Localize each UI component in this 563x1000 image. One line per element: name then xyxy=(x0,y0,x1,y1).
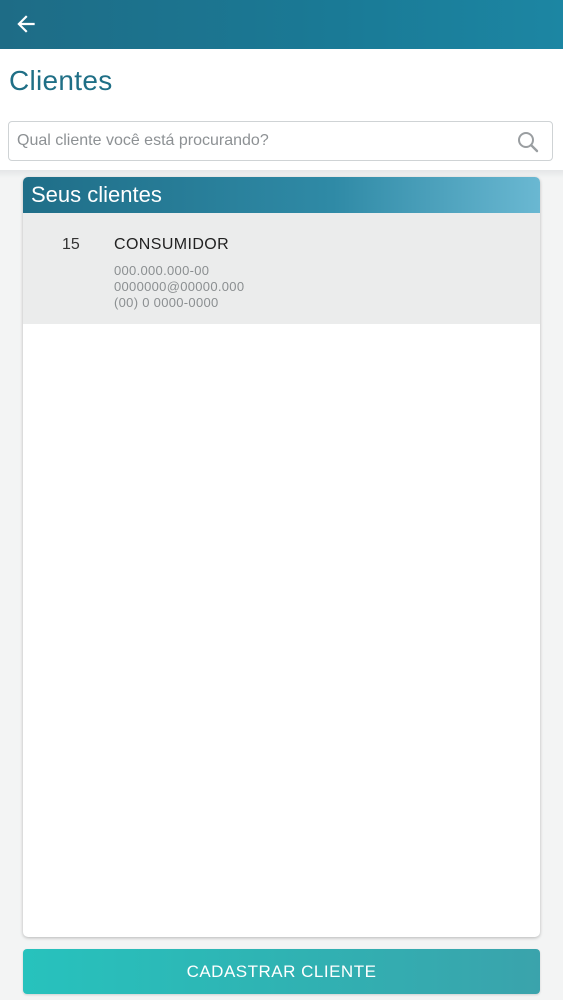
clients-section-title: Seus clientes xyxy=(31,182,162,207)
clients-card: Seus clientes 15 CONSUMIDOR 000.000.000-… xyxy=(23,177,540,937)
back-button[interactable] xyxy=(10,8,42,40)
client-name: CONSUMIDOR xyxy=(114,236,230,253)
client-document: 000.000.000-00 xyxy=(114,263,210,278)
client-phone: (00) 0 0000-0000 xyxy=(114,295,219,310)
client-email: 0000000@00000.000 xyxy=(114,279,245,294)
search-icon[interactable] xyxy=(516,130,540,154)
search-input[interactable] xyxy=(17,122,507,159)
register-client-button[interactable]: CADASTRAR CLIENTE xyxy=(23,949,540,994)
search-bar[interactable] xyxy=(8,121,553,161)
clients-card-header: Seus clientes xyxy=(23,177,540,213)
arrow-left-icon xyxy=(17,15,35,33)
client-id: 15 xyxy=(62,236,80,253)
page-title: Clientes xyxy=(9,65,113,96)
page-header: Clientes xyxy=(0,49,563,172)
client-list-item[interactable]: 15 CONSUMIDOR 000.000.000-00 0000000@000… xyxy=(23,213,540,324)
top-app-bar xyxy=(0,0,563,49)
